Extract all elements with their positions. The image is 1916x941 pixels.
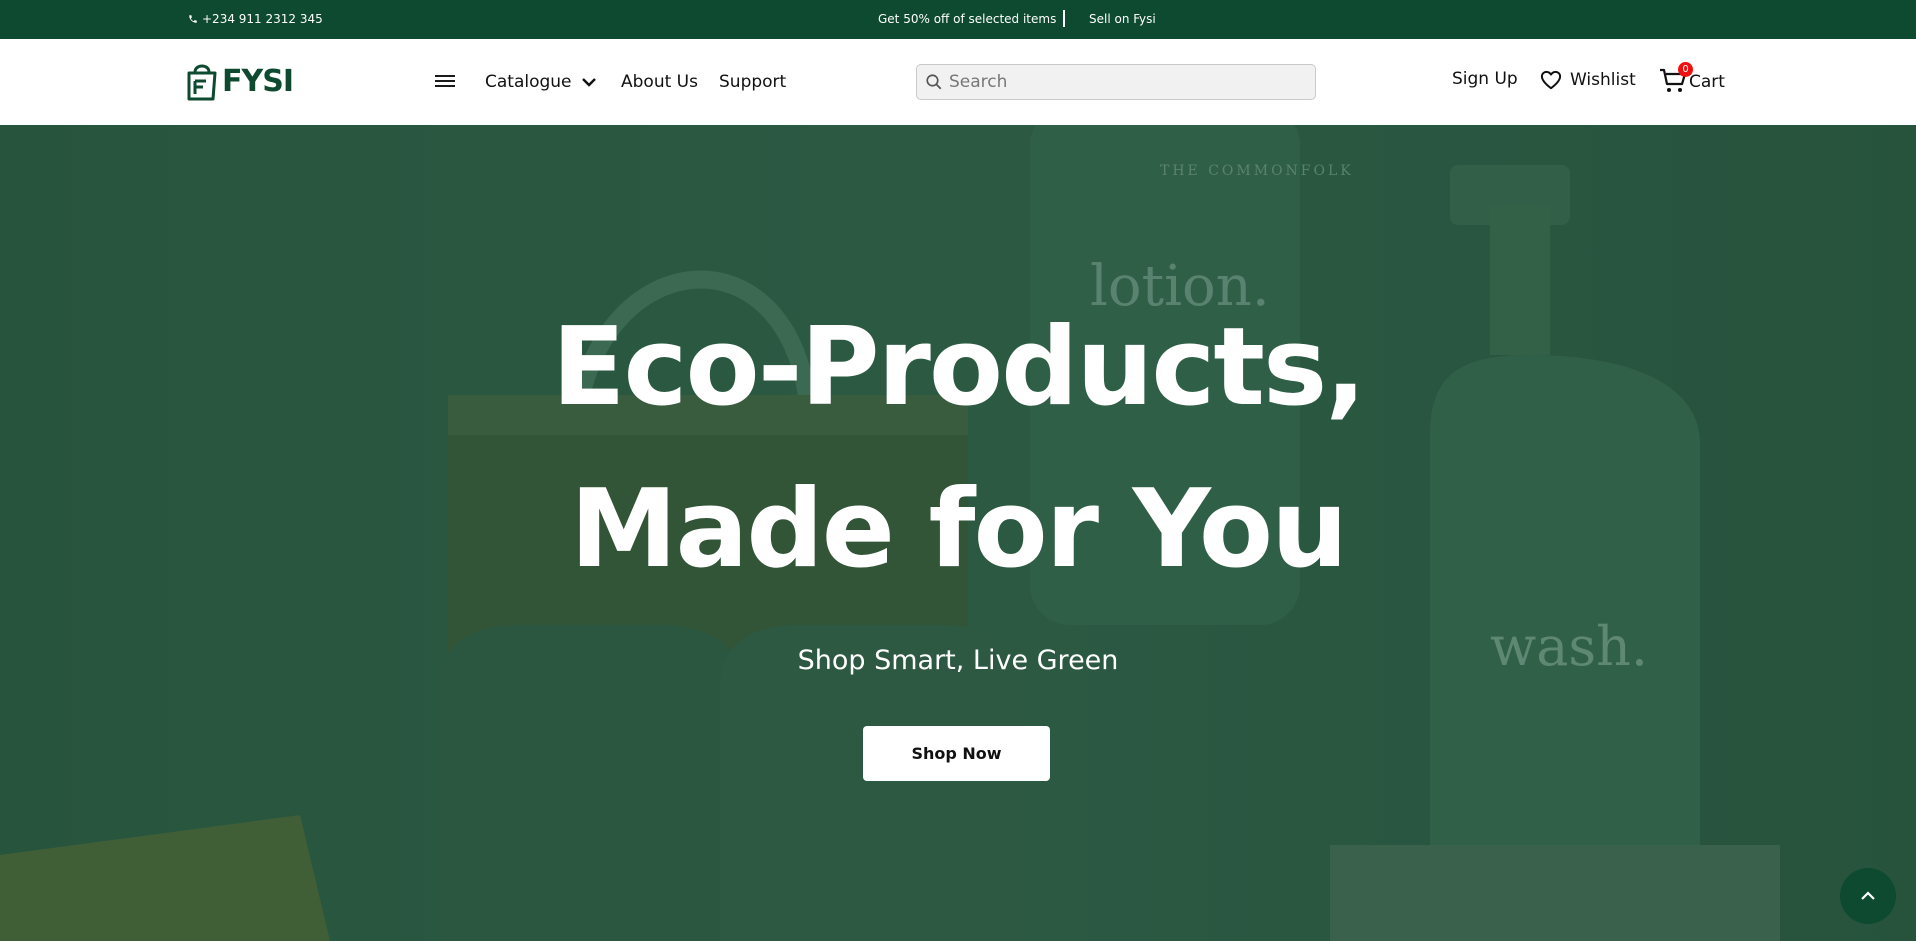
logo[interactable]: FYSI: [186, 61, 294, 101]
search-icon: [926, 74, 942, 90]
sign-up-link[interactable]: Sign Up: [1452, 69, 1518, 89]
phone-number: +234 911 2312 345: [202, 12, 323, 26]
logo-text: FYSI: [222, 63, 294, 99]
product-brand-text: THE COMMONFOLK: [1160, 163, 1354, 179]
wishlist-label: Wishlist: [1570, 70, 1636, 90]
promo-text[interactable]: Get 50% off of selected items: [878, 12, 1056, 26]
sell-on-fysi-link[interactable]: Sell on Fysi: [1089, 12, 1156, 26]
search-input[interactable]: [949, 72, 1289, 92]
scroll-to-top-button[interactable]: [1840, 868, 1896, 924]
logo-bag-icon: [187, 64, 217, 101]
hero-subtitle: Shop Smart, Live Green: [797, 645, 1119, 676]
chevron-down-icon: [581, 78, 596, 87]
heart-icon: [1540, 70, 1562, 90]
search-bar: [916, 64, 1316, 100]
nav-support[interactable]: Support: [719, 72, 786, 92]
nav-catalogue[interactable]: Catalogue: [485, 72, 596, 92]
phone-contact[interactable]: +234 911 2312 345: [188, 12, 323, 26]
nav-about-us[interactable]: About Us: [621, 72, 698, 92]
cart-count-badge: 0: [1678, 62, 1693, 77]
shop-now-button[interactable]: Shop Now: [863, 726, 1050, 781]
phone-icon: [189, 15, 197, 23]
topbar-divider: [1063, 10, 1065, 27]
main-header: FYSI Catalogue About Us Support Sign Up …: [0, 39, 1916, 125]
hero-title-line-2: Made for You: [570, 467, 1348, 592]
cart-link[interactable]: 0 Cart: [1659, 62, 1725, 96]
menu-icon[interactable]: [434, 73, 456, 89]
chevron-up-icon: [1861, 891, 1875, 900]
cart-label: Cart: [1689, 72, 1725, 92]
hero-banner: THE COMMONFOLK lotion. wash. Eco-Product…: [0, 125, 1916, 941]
hero-title-line-1: Eco-Products,: [551, 305, 1367, 430]
wishlist-link[interactable]: Wishlist: [1540, 70, 1636, 90]
nav-catalogue-label: Catalogue: [485, 72, 572, 92]
top-bar: +234 911 2312 345 Get 50% off of selecte…: [0, 0, 1916, 39]
